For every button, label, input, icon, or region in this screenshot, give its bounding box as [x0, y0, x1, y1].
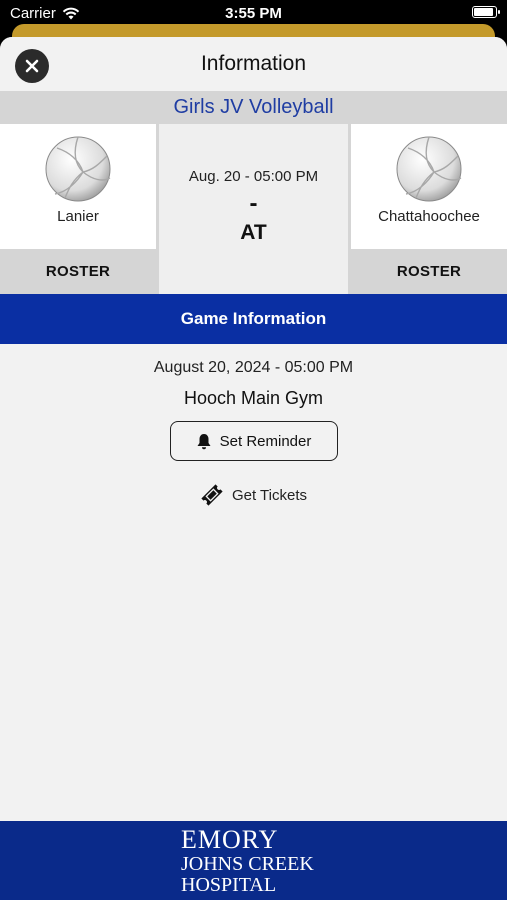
volleyball-icon: [45, 136, 111, 202]
sponsor-banner[interactable]: EMORY JOHNS CREEK HOSPITAL: [0, 821, 507, 900]
game-summary: Aug. 20 - 05:00 PM - AT: [159, 124, 348, 294]
information-sheet: Information Girls JV Volleyball Lanier R…: [0, 37, 507, 900]
sponsor-logo: EMORY JOHNS CREEK HOSPITAL: [181, 825, 314, 896]
status-right: [472, 6, 500, 18]
page-title: Information: [200, 52, 307, 75]
away-team: Chattahoochee ROSTER: [351, 124, 507, 294]
away-roster-button[interactable]: ROSTER: [351, 249, 507, 294]
sponsor-line-3: HOSPITAL: [181, 874, 277, 896]
game-information-body: August 20, 2024 - 05:00 PM Hooch Main Gy…: [0, 344, 507, 507]
game-information-header: Game Information: [0, 294, 507, 344]
sponsor-line-1: EMORY: [181, 825, 279, 854]
bell-icon: [197, 433, 211, 449]
home-team-card[interactable]: Lanier: [0, 124, 156, 249]
volleyball-icon: [396, 136, 462, 202]
home-roster-button[interactable]: ROSTER: [0, 249, 156, 294]
battery-icon: [472, 6, 500, 18]
game-location-type: AT: [240, 221, 267, 244]
home-team-name: Lanier: [57, 208, 99, 225]
status-time: 3:55 PM: [225, 5, 282, 22]
game-score: -: [249, 190, 258, 217]
sheet-header: Information: [0, 37, 507, 91]
matchup: Lanier ROSTER Aug. 20 - 05:00 PM - AT Ch…: [0, 124, 507, 294]
game-venue[interactable]: Hooch Main Gym: [184, 388, 323, 409]
get-tickets-label: Get Tickets: [231, 486, 308, 504]
game-time: Aug. 20 - 05:00 PM: [188, 168, 319, 185]
game-date: August 20, 2024 - 05:00 PM: [153, 359, 354, 376]
home-team: Lanier ROSTER: [0, 124, 156, 294]
get-tickets-link[interactable]: Get Tickets: [200, 483, 307, 507]
ticket-icon: [201, 484, 223, 506]
set-reminder-button[interactable]: Set Reminder: [169, 421, 338, 461]
sport-title: Girls JV Volleyball: [0, 91, 507, 124]
away-team-card[interactable]: Chattahoochee: [351, 124, 507, 249]
away-team-name: Chattahoochee: [378, 208, 480, 225]
sponsor-line-2: JOHNS CREEK: [181, 853, 314, 875]
set-reminder-label: Set Reminder: [219, 432, 312, 450]
